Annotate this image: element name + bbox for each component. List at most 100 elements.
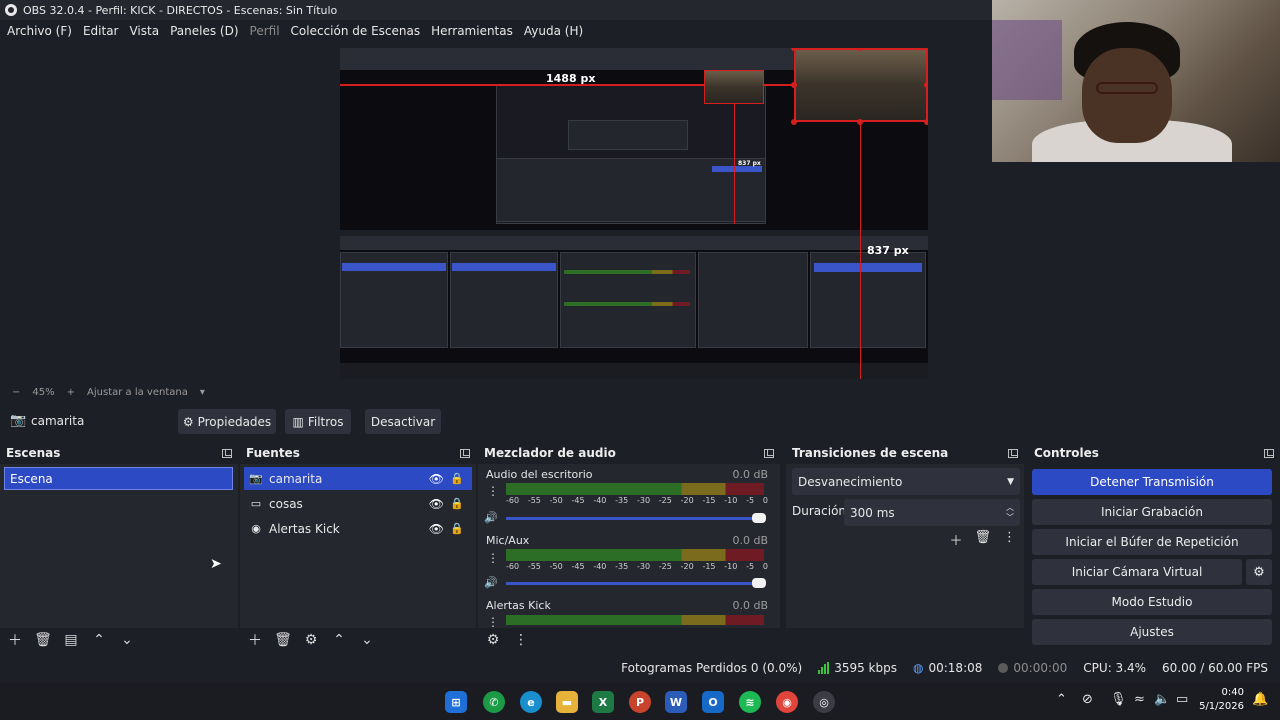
add-scene-icon[interactable]: ＋ xyxy=(6,630,24,650)
windows-taskbar: ⊞ ✆ e ▬ X P W O ≋ ◉ ◎ ⌃ ⊘ 🎙 ≈ 🔈 ▭ 0:40 5… xyxy=(0,682,1280,720)
edge-icon[interactable]: e xyxy=(520,691,542,713)
mixer-menu-icon[interactable]: ⋮ xyxy=(512,632,530,648)
transition-select[interactable]: Desvanecimiento ▼ xyxy=(792,468,1020,495)
channel-menu-icon[interactable]: ⋮ xyxy=(487,551,499,565)
chrome-icon[interactable]: ◉ xyxy=(776,691,798,713)
remove-source-icon[interactable]: 🗑 xyxy=(274,632,292,648)
filters-label: Filtros xyxy=(307,414,344,429)
duration-input[interactable]: 300 ms ︿ ﹀ xyxy=(844,499,1020,526)
speaker-icon[interactable]: 🔊 xyxy=(484,511,498,524)
add-transition-icon[interactable]: ＋ xyxy=(949,530,962,549)
system-clock[interactable]: 0:40 5/1/2026 xyxy=(1196,686,1244,714)
remove-transition-icon[interactable]: 🗑 xyxy=(974,530,991,549)
nested-webcam-source xyxy=(704,70,764,104)
volume-slider[interactable] xyxy=(506,578,766,588)
resize-handle-br[interactable] xyxy=(924,119,928,125)
undock-icon[interactable] xyxy=(460,448,470,458)
lock-icon[interactable]: 🔒 xyxy=(450,472,464,485)
menu-archivo[interactable]: Archivo (F) xyxy=(2,24,77,38)
move-down-icon[interactable]: ⌄ xyxy=(358,632,376,648)
menu-coleccion-escenas[interactable]: Colección de Escenas xyxy=(286,24,426,38)
source-item-camarita[interactable]: 📷 camarita 👁 🔒 xyxy=(244,467,472,490)
word-icon[interactable]: W xyxy=(665,691,687,713)
deactivate-label: Desactivar xyxy=(370,414,436,429)
windows-start-icon[interactable]: ⊞ xyxy=(445,691,467,713)
spinner-icon[interactable]: ︿ ﹀ xyxy=(1006,503,1014,523)
menu-paneles[interactable]: Paneles (D) xyxy=(165,24,243,38)
source-properties-icon[interactable]: ⚙ xyxy=(302,632,320,648)
audio-mixer-dock: Mezclador de audio Audio del escritorio … xyxy=(478,444,780,652)
lock-icon[interactable]: 🔒 xyxy=(450,522,464,535)
undock-icon[interactable] xyxy=(1264,448,1274,458)
start-recording-button[interactable]: Iniciar Grabación xyxy=(1032,499,1272,525)
resize-handle-tr[interactable] xyxy=(924,48,928,51)
file-explorer-icon[interactable]: ▬ xyxy=(556,691,578,713)
deactivate-button[interactable]: Desactivar xyxy=(365,409,441,434)
undock-icon[interactable] xyxy=(1008,448,1018,458)
resize-handle-l[interactable] xyxy=(791,82,797,88)
channel-menu-icon[interactable]: ⋮ xyxy=(487,615,499,629)
excel-icon[interactable]: X xyxy=(592,691,614,713)
stop-stream-button[interactable]: Detener Transmisión xyxy=(1032,469,1272,495)
nested-taskbar xyxy=(340,363,928,379)
move-down-icon[interactable]: ⌄ xyxy=(118,632,136,648)
webcam-source-selected[interactable] xyxy=(794,48,928,122)
visibility-eye-icon[interactable]: 👁 xyxy=(429,497,444,511)
studio-mode-button[interactable]: Modo Estudio xyxy=(1032,589,1272,615)
show-hidden-icons-icon[interactable]: ⌃ xyxy=(1056,692,1067,707)
filters-button[interactable]: ▥ Filtros xyxy=(285,409,351,434)
lock-icon[interactable]: 🔒 xyxy=(450,497,464,510)
resize-handle-r[interactable] xyxy=(924,82,928,88)
properties-button[interactable]: ⚙ Propiedades xyxy=(178,409,276,434)
whatsapp-icon[interactable]: ✆ xyxy=(483,691,505,713)
start-replay-buffer-button[interactable]: Iniciar el Búfer de Repetición xyxy=(1032,529,1272,555)
wifi-icon[interactable]: ≈ xyxy=(1134,692,1145,707)
scene-filters-icon[interactable]: ▤ xyxy=(62,632,80,648)
source-item-cosas[interactable]: ▭ cosas 👁 🔒 xyxy=(244,492,472,515)
menu-editar[interactable]: Editar xyxy=(78,24,124,38)
remove-scene-icon[interactable]: 🗑 xyxy=(34,632,52,648)
source-item-alertas-kick[interactable]: ◉ Alertas Kick 👁 🔒 xyxy=(244,517,472,540)
spotify-icon[interactable]: ≋ xyxy=(739,691,761,713)
webcam-person-glasses xyxy=(1096,82,1158,94)
channel-menu-icon[interactable]: ⋮ xyxy=(487,484,499,498)
visibility-eye-icon[interactable]: 👁 xyxy=(429,472,444,486)
outlook-icon[interactable]: O xyxy=(702,691,724,713)
virtual-camera-settings-button[interactable]: ⚙ xyxy=(1246,559,1272,585)
nested-scene-item xyxy=(342,263,446,271)
volume-slider-knob[interactable] xyxy=(752,578,766,588)
add-source-icon[interactable]: ＋ xyxy=(246,630,264,650)
speaker-icon[interactable]: 🔊 xyxy=(484,576,498,589)
program-canvas[interactable]: 1488 px 837 px 837 px xyxy=(340,48,928,379)
microphone-icon[interactable]: 🎙 xyxy=(1110,692,1127,707)
start-virtual-camera-button[interactable]: Iniciar Cámara Virtual xyxy=(1032,559,1242,585)
notifications-icon[interactable]: 🔔 xyxy=(1252,692,1268,707)
volume-slider-knob[interactable] xyxy=(752,513,766,523)
menu-vista[interactable]: Vista xyxy=(124,24,164,38)
volume-icon[interactable]: 🔈 xyxy=(1154,692,1170,707)
resize-handle-bl[interactable] xyxy=(791,119,797,125)
undock-icon[interactable] xyxy=(222,448,232,458)
fit-to-window-label[interactable]: Ajustar a la ventana xyxy=(87,387,188,398)
menu-herramientas[interactable]: Herramientas xyxy=(426,24,518,38)
network-off-icon[interactable]: ⊘ xyxy=(1082,692,1093,707)
transitions-dock: Transiciones de escena Desvanecimiento ▼… xyxy=(786,444,1024,652)
menu-ayuda[interactable]: Ayuda (H) xyxy=(519,24,588,38)
move-up-icon[interactable]: ⌃ xyxy=(90,632,108,648)
battery-icon[interactable]: ▭ xyxy=(1176,692,1188,707)
transition-menu-icon[interactable]: ⋮ xyxy=(1003,530,1016,549)
obs-icon[interactable]: ◎ xyxy=(813,691,835,713)
volume-slider[interactable] xyxy=(506,513,766,523)
selected-source-name: camarita xyxy=(31,414,85,428)
powerpoint-icon[interactable]: P xyxy=(629,691,651,713)
resize-handle-b[interactable] xyxy=(857,119,863,125)
zoom-out-button[interactable]: − xyxy=(12,387,20,398)
move-up-icon[interactable]: ⌃ xyxy=(330,632,348,648)
zoom-dropdown-icon[interactable]: ▾ xyxy=(200,387,205,398)
undock-icon[interactable] xyxy=(764,448,774,458)
zoom-in-button[interactable]: + xyxy=(67,387,75,398)
visibility-eye-icon[interactable]: 👁 xyxy=(429,522,444,536)
advanced-audio-icon[interactable]: ⚙ xyxy=(484,632,502,648)
settings-button[interactable]: Ajustes xyxy=(1032,619,1272,645)
scene-item-escena[interactable]: Escena xyxy=(4,467,233,490)
